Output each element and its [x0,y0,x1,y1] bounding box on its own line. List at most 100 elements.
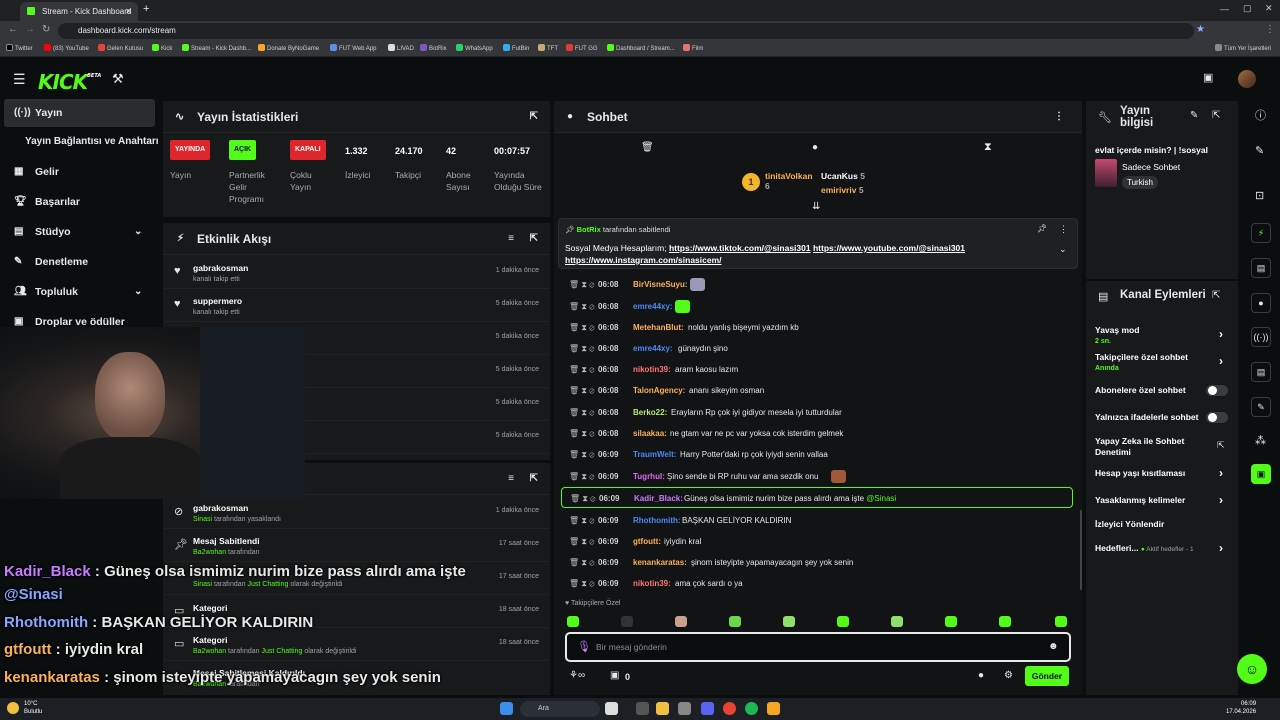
emote[interactable] [945,616,957,627]
hourglass-icon[interactable]: ⧗ [984,142,992,153]
top-gifter[interactable]: tinitaVolkan 6 [765,171,813,191]
goals-row[interactable]: Hedefleri... ● Aktif hedefler - 1 › [1095,542,1235,555]
filter-icon[interactable]: ≡ [508,463,514,495]
chat-message[interactable]: 🗑︎ ⧗ ⊘ 06:09 nikotin39: ama çok sardı o ya [560,573,1080,594]
bookmark[interactable]: (83) YouTube [44,41,89,57]
share-icon[interactable]: ⁂ [1255,436,1266,447]
all-bookmarks[interactable]: Tüm Yer İşaretleri [1215,41,1271,57]
ai-moderation-row[interactable]: Yapay Zeka ile Sohbet Denetimi [1095,436,1200,458]
slow-mode-row[interactable]: Yavaş mod 2 sn. › [1095,325,1235,347]
chat-message[interactable]: 🗑︎ ⧗ ⊘ 06:08 TalonAgency: ananı sikeyim os… [560,380,1080,401]
popout-icon[interactable]: ⇱ [1212,290,1220,301]
sidebar-item-gelir[interactable]: ▦ Gelir [0,158,160,186]
popout-icon[interactable]: ⇱ [530,463,538,495]
microphone-icon[interactable]: 🎙︎ [577,640,591,653]
chat-message-highlighted[interactable]: 🗑︎ ⧗ ⊘ 06:09 Kadir_Black: Güneş olsa ismim… [561,487,1073,508]
rail-chat-button[interactable]: ● [1251,293,1271,313]
bookmark[interactable]: TFT [538,41,558,57]
emote[interactable] [999,616,1011,627]
edit-icon[interactable]: ✎ [1190,110,1198,121]
unpin-icon[interactable]: 📌︎ [1037,225,1047,233]
chat-message[interactable]: 🗑︎ ⧗ ⊘ 06:08 emre44xy: günaydın şino [560,338,1080,359]
subs-chat-toggle[interactable] [1206,385,1228,396]
clock[interactable]: 06:09 17.04.2026 [1226,700,1256,716]
emote[interactable] [621,616,633,627]
taskbar-search[interactable]: Ara [520,701,600,717]
app-icon[interactable] [767,702,780,715]
expand-down-icon[interactable]: ⇊ [812,202,820,212]
back-icon[interactable]: ← [8,25,18,35]
emote[interactable] [837,616,849,627]
discord-icon[interactable] [701,702,714,715]
file-explorer-icon[interactable] [656,702,669,715]
widgets-icon[interactable] [636,702,649,715]
rail-broadcast-button[interactable]: ((·)) [1251,327,1271,347]
app-icon[interactable] [678,702,691,715]
rail-notes-button[interactable]: ▤ [1251,258,1271,278]
spotify-icon[interactable] [745,702,758,715]
chat-message[interactable]: 🗑︎ ⧗ ⊘ 06:08 emre44xy: [560,296,1080,317]
bookmark-star-icon[interactable]: ★ [1196,25,1205,35]
bookmark[interactable]: Film [683,41,703,57]
banned-words-row[interactable]: Yasaklanmış kelimeler › [1095,494,1235,506]
bookmark[interactable]: WhatsApp [456,41,493,57]
chat-message[interactable]: 🗑︎ ⧗ ⊘ 06:08 MetehanBlut: noldu yanlış biş… [560,317,1080,338]
filter-icon[interactable]: ≡ [508,223,514,255]
chat-message[interactable]: 🗑︎ ⧗ ⊘ 06:09 kenankaratas: şinom isteyipte… [560,552,1080,573]
bookmark[interactable]: Stream - Kick Dashb... [182,41,251,57]
emote[interactable] [567,616,579,627]
emoji-icon[interactable]: ☻ [1048,641,1059,652]
account-age-row[interactable]: Hesap yaşı kısıtlaması › [1095,467,1235,479]
chat-message[interactable]: 🗑︎ ⧗ ⊘ 06:08 nikotin39: aram kaosu lazım [560,359,1080,380]
address-bar[interactable]: dashboard.kick.com/stream [58,23,1194,39]
forward-icon[interactable]: → [25,25,35,35]
popout-icon[interactable]: ⇱ [530,223,538,255]
bookmark[interactable]: BotRix [420,41,447,57]
followers-chat-row[interactable]: Takipçilere özel sohbet Anında › [1095,352,1223,374]
reload-icon[interactable]: ↻ [42,25,50,35]
emote[interactable] [675,616,687,627]
rail-wrench-button[interactable]: ✎ [1251,397,1271,417]
sidebar-item-yayin[interactable]: ((·)) Yayın [4,99,155,127]
emote[interactable] [891,616,903,627]
info-icon[interactable]: ⓘ [1255,111,1266,122]
more-icon[interactable]: ⋮ [1054,101,1064,133]
bookmark[interactable]: FUT Web App [330,41,376,57]
sidebar-item-topluluk[interactable]: 👥︎ Topluluk ⌄ [0,278,160,306]
chat-message[interactable]: 🗑︎ ⧗ ⊘ 06:09 Rhothomith: BAŞKAN GELİYOR KA… [560,510,1080,531]
emote[interactable] [729,616,741,627]
emotes-only-toggle[interactable] [1206,412,1228,423]
chat-settings-bubble-icon[interactable]: ● [978,671,984,681]
viewer-redirect-row[interactable]: İzleyici Yönlendir [1095,519,1235,530]
rail-shield-button[interactable]: ▤ [1251,362,1271,382]
support-chat-icon[interactable]: ☺ [1237,654,1267,684]
popout-icon[interactable]: ⇱ [1212,110,1220,121]
windows-start-icon[interactable] [500,702,513,715]
new-tab-icon[interactable]: + [143,4,149,15]
weather-widget[interactable]: 10°C Bulutlu [24,700,42,716]
hamburger-menu-icon[interactable]: ☰ [13,72,26,86]
chat-message[interactable]: 🗑︎ ⧗ ⊘ 06:09 TraumWelt: Harry Potter'daki … [560,444,1080,465]
bookmark[interactable]: Twitter [6,41,33,57]
top-gifter[interactable]: UcanKus 5 [821,171,865,181]
bookmark[interactable]: Dashboard / Stream... [607,41,675,57]
rail-active-button[interactable]: ▣ [1251,464,1271,484]
focus-icon[interactable]: ⊡ [1255,191,1264,202]
chat-scrollbar[interactable] [1080,510,1082,590]
send-button[interactable]: Gönder [1025,666,1069,686]
maximize-icon[interactable]: ▢ [1243,4,1252,13]
bookmark[interactable]: Kick [152,41,172,57]
close-tab-icon[interactable]: ✕ [125,2,132,21]
trash-icon[interactable]: 🗑︎ [641,143,654,153]
edit-icon[interactable]: ✎ [1255,146,1264,157]
bookmark[interactable]: FutBin [503,41,529,57]
emote[interactable] [783,616,795,627]
sidebar-item-denetleme[interactable]: ✎ Denetleme [0,248,160,276]
browser-menu-icon[interactable]: ⋮ [1265,25,1275,35]
kick-logo[interactable]: KICKBETA [38,70,101,94]
bookmark[interactable]: Donate ByNoGame [258,41,319,57]
sidebar-item-basarilar[interactable]: 🏆︎ Başarılar [0,188,160,216]
avatar[interactable] [1238,70,1256,88]
popout-icon[interactable]: ⇱ [530,101,538,133]
more-icon[interactable]: ⋮ [1059,225,1068,234]
